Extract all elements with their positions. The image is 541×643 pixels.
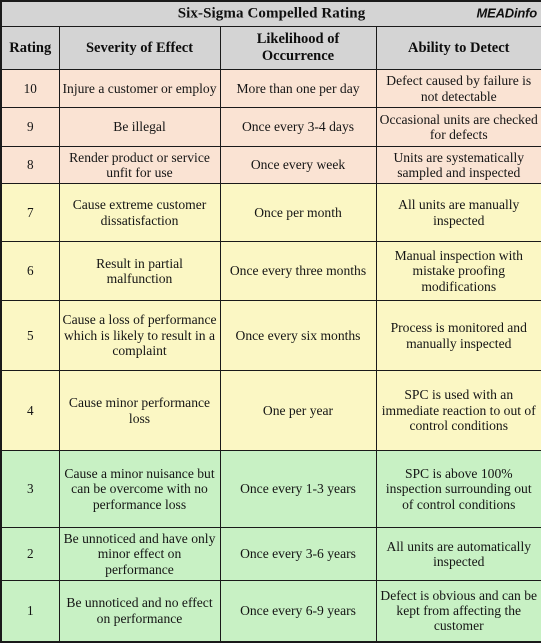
- cell-detect: Units are systematically sampled and ins…: [375, 146, 541, 184]
- cell-rating: 4: [0, 370, 60, 451]
- cell-rating: 9: [0, 107, 60, 147]
- brand-logo: MEADinfo: [476, 5, 538, 21]
- cell-severity: Cause a loss of performance which is lik…: [58, 300, 221, 371]
- cell-likelihood: Once every three months: [219, 241, 377, 301]
- cell-rating: 5: [0, 300, 60, 371]
- cell-likelihood: One per year: [219, 370, 377, 451]
- cell-severity: Be illegal: [58, 107, 221, 147]
- cell-severity: Be unnoticed and have only minor effect …: [58, 527, 221, 581]
- cell-detect: All units are automatically inspected: [375, 527, 541, 581]
- cell-severity: Cause a minor nuisance but can be overco…: [58, 450, 221, 528]
- cell-severity: Result in partial malfunction: [58, 241, 221, 301]
- cell-rating: 7: [0, 183, 60, 242]
- cell-severity: Injure a customer or employ: [58, 69, 221, 108]
- six-sigma-rating-table-container: Six-Sigma Compelled Rating MEADinfo Rati…: [0, 0, 541, 643]
- column-header-rating: Rating: [0, 26, 60, 70]
- cell-rating: 8: [0, 146, 60, 184]
- cell-detect: SPC is above 100% inspection surrounding…: [375, 450, 541, 528]
- table-body: Six-Sigma Compelled Rating MEADinfo Rati…: [0, 0, 541, 642]
- table-row: 6 Result in partial malfunction Once eve…: [0, 241, 541, 301]
- cell-likelihood: Once every week: [219, 146, 377, 184]
- cell-likelihood: Once per month: [219, 183, 377, 242]
- table-title-cell: Six-Sigma Compelled Rating MEADinfo: [0, 0, 541, 27]
- cell-severity: Render product or service unfit for use: [58, 146, 221, 184]
- cell-detect: Occasional units are checked for defects: [375, 107, 541, 147]
- six-sigma-rating-table: Six-Sigma Compelled Rating MEADinfo Rati…: [0, 0, 541, 643]
- table-row: 9 Be illegal Once every 3-4 days Occasio…: [0, 107, 541, 147]
- cell-detect: Defect is obvious and can be kept from a…: [375, 580, 541, 642]
- table-row: 1 Be unnoticed and no effect on performa…: [0, 580, 541, 642]
- table-row: 3 Cause a minor nuisance but can be over…: [0, 450, 541, 528]
- cell-likelihood: Once every 3-6 years: [219, 527, 377, 581]
- table-header-row: Rating Severity of Effect Likelihood of …: [0, 26, 541, 70]
- cell-likelihood: Once every 6-9 years: [219, 580, 377, 642]
- cell-rating: 2: [0, 527, 60, 581]
- cell-detect: Process is monitored and manually inspec…: [375, 300, 541, 371]
- column-header-severity: Severity of Effect: [58, 26, 221, 70]
- cell-detect: SPC is used with an immediate reaction t…: [375, 370, 541, 451]
- table-row: 5 Cause a loss of performance which is l…: [0, 300, 541, 371]
- cell-likelihood: Once every six months: [219, 300, 377, 371]
- column-header-likelihood: Likelihood of Occurrence: [219, 26, 377, 70]
- table-row: 7 Cause extreme customer dissatisfaction…: [0, 183, 541, 242]
- table-row: 8 Render product or service unfit for us…: [0, 146, 541, 184]
- cell-likelihood: More than one per day: [219, 69, 377, 108]
- cell-likelihood: Once every 1-3 years: [219, 450, 377, 528]
- cell-detect: All units are manually inspected: [375, 183, 541, 242]
- cell-severity: Cause minor performance loss: [58, 370, 221, 451]
- cell-rating: 3: [0, 450, 60, 528]
- table-row: 2 Be unnoticed and have only minor effec…: [0, 527, 541, 581]
- cell-rating: 6: [0, 241, 60, 301]
- title-inner: Six-Sigma Compelled Rating MEADinfo: [2, 2, 541, 26]
- cell-rating: 1: [0, 580, 60, 642]
- table-row: 4 Cause minor performance loss One per y…: [0, 370, 541, 451]
- cell-rating: 10: [0, 69, 60, 108]
- table-title-row: Six-Sigma Compelled Rating MEADinfo: [0, 0, 541, 27]
- column-header-detect: Ability to Detect: [375, 26, 541, 70]
- cell-severity: Be unnoticed and no effect on performanc…: [58, 580, 221, 642]
- cell-detect: Defect caused by failure is not detectab…: [375, 69, 541, 108]
- cell-likelihood: Once every 3-4 days: [219, 107, 377, 147]
- cell-severity: Cause extreme customer dissatisfaction: [58, 183, 221, 242]
- page-title: Six-Sigma Compelled Rating: [177, 5, 366, 22]
- table-row: 10 Injure a customer or employ More than…: [0, 69, 541, 108]
- cell-detect: Manual inspection with mistake proofing …: [375, 241, 541, 301]
